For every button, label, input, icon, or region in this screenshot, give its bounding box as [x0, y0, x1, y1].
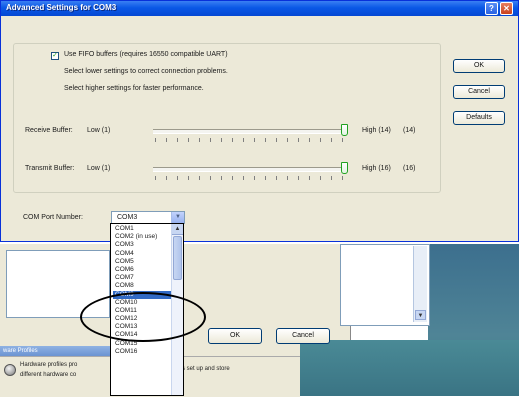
com-port-option[interactable]: COM6 — [113, 266, 171, 274]
scroll-down-icon[interactable]: ▼ — [415, 310, 426, 320]
receive-buffer-value: (14) — [403, 127, 416, 134]
title-bar[interactable]: Advanced Settings for COM3 ? ✕ — [1, 1, 518, 16]
com-port-label: COM Port Number: — [23, 214, 83, 221]
transmit-buffer-label: Transmit Buffer: — [25, 165, 75, 172]
background-list-scrollbar[interactable]: ▼ — [413, 246, 427, 322]
background-ok-button[interactable]: OK — [208, 328, 262, 344]
com-port-option[interactable]: COM8 — [113, 282, 171, 290]
desktop-background-lower — [300, 340, 519, 396]
highlight-ellipse — [80, 292, 206, 342]
chevron-down-icon[interactable]: ▼ — [171, 212, 184, 223]
transmit-buffer-slider-thumb[interactable] — [341, 162, 348, 174]
com-port-value: COM3 — [117, 214, 138, 221]
transmit-high-label: High (16) — [362, 165, 391, 172]
dialog-title: Advanced Settings for COM3 — [6, 3, 117, 12]
com-port-option[interactable]: COM2 (in use) — [113, 233, 171, 241]
receive-buffer-slider-thumb[interactable] — [341, 124, 348, 136]
transmit-buffer-value: (16) — [403, 165, 416, 172]
scroll-up-icon[interactable]: ▲ — [172, 224, 183, 235]
hardware-profiles-text: different hardware co — [20, 372, 77, 378]
transmit-low-label: Low (1) — [87, 165, 111, 172]
com-port-option[interactable]: COM5 — [113, 258, 171, 266]
defaults-button[interactable]: Defaults — [453, 111, 505, 125]
fifo-checkbox[interactable]: ✓ — [51, 52, 59, 60]
info-text-lower: Select lower settings to correct connect… — [64, 68, 228, 75]
com-port-option[interactable]: COM16 — [113, 348, 171, 356]
receive-high-label: High (14) — [362, 127, 391, 134]
info-text-higher: Select higher settings for faster perfor… — [64, 85, 204, 92]
receive-buffer-ticks — [155, 138, 345, 142]
transmit-buffer-slider-track[interactable] — [153, 167, 345, 172]
com-port-option[interactable]: COM3 — [113, 241, 171, 249]
background-cancel-button[interactable]: Cancel — [276, 328, 330, 344]
transmit-buffer-ticks — [155, 176, 345, 180]
hardware-profiles-icon — [4, 364, 16, 376]
com-port-option[interactable]: COM7 — [113, 274, 171, 282]
com-port-option[interactable]: COM1 — [113, 225, 171, 233]
hardware-profiles-text: Hardware profiles pro — [20, 362, 78, 368]
fifo-checkbox-label[interactable]: Use FIFO buffers (requires 16550 compati… — [62, 51, 230, 58]
receive-low-label: Low (1) — [87, 127, 111, 134]
receive-buffer-slider-track[interactable] — [153, 129, 345, 134]
hardware-profiles-text: s set up and store — [182, 366, 230, 372]
cancel-button[interactable]: Cancel — [453, 85, 505, 99]
help-icon[interactable]: ? — [485, 2, 498, 15]
receive-buffer-label: Receive Buffer: — [25, 127, 73, 134]
com-port-option[interactable]: COM4 — [113, 250, 171, 258]
close-icon[interactable]: ✕ — [500, 2, 513, 15]
ok-button[interactable]: OK — [453, 59, 505, 73]
advanced-settings-dialog: Advanced Settings for COM3 ? ✕ ✓ Use FIF… — [0, 0, 519, 242]
dropdown-scroll-thumb[interactable] — [173, 236, 182, 280]
